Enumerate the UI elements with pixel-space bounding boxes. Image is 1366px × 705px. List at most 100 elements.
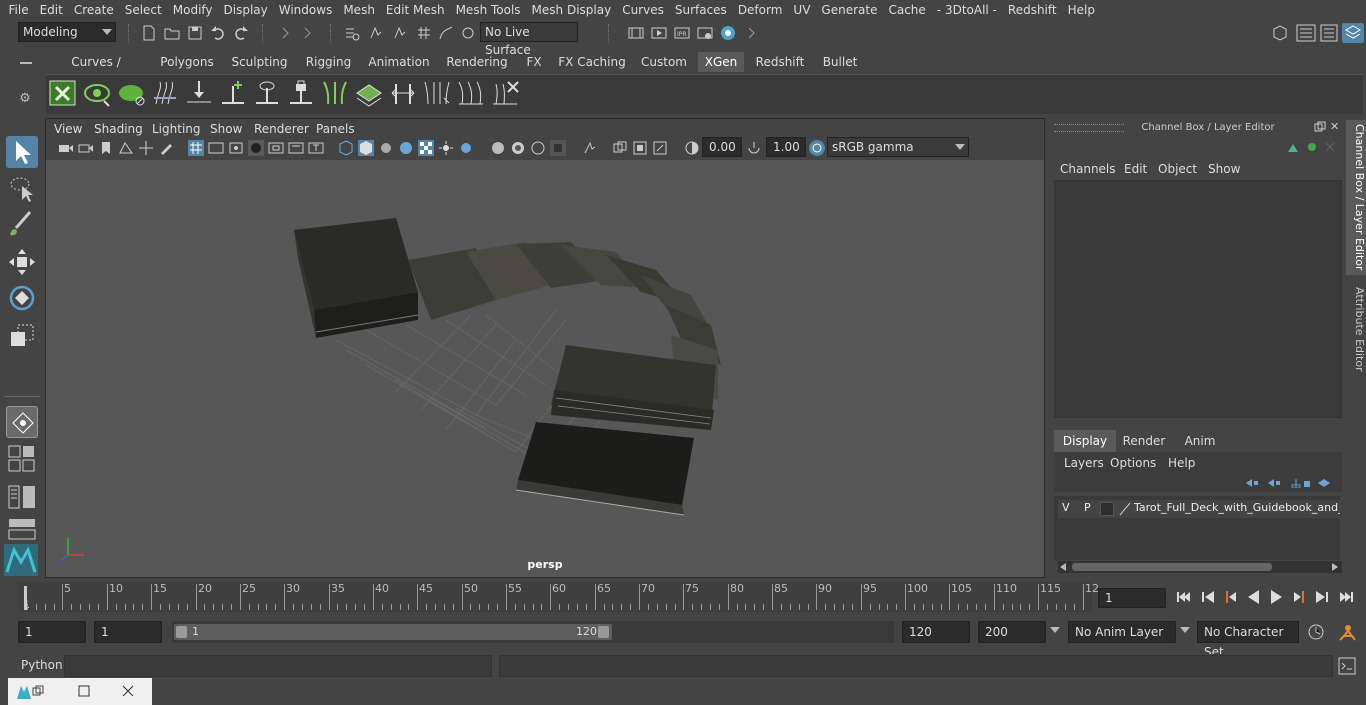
viewport-menu-shading[interactable]: Shading (94, 122, 143, 136)
safe-title-icon[interactable] (308, 140, 324, 156)
collapse-arrow-icon[interactable] (746, 25, 756, 41)
layer-row[interactable]: V P Tarot_Full_Deck_with_Guidebook_and_E (1058, 500, 1340, 518)
layer-visibility-toggle[interactable]: V (1062, 501, 1070, 514)
ipr-render-icon[interactable]: IPR (674, 25, 690, 41)
play-backwards-icon[interactable] (1246, 589, 1262, 605)
shelf-tab-fx[interactable]: FX (521, 52, 547, 72)
viewport-menu-renderer[interactable]: Renderer (254, 122, 309, 136)
xgen-preview-icon[interactable] (82, 78, 112, 108)
resolution-gate-icon[interactable] (228, 140, 244, 156)
menu-modify[interactable]: Modify (167, 0, 218, 20)
menu-windows[interactable]: Windows (273, 0, 338, 20)
playback-start-field[interactable]: 1 (94, 621, 162, 643)
chevron-down-icon[interactable] (1050, 627, 1060, 633)
toggle-channel-box-icon[interactable] (1342, 23, 1364, 43)
toggle-attribute-editor-icon[interactable] (1296, 24, 1316, 42)
menu-mesh-display[interactable]: Mesh Display (526, 0, 617, 20)
gamma-field[interactable]: 1.00 (766, 137, 806, 157)
play-forwards-icon[interactable] (1268, 589, 1284, 605)
channel-box-menu-object[interactable]: Object (1158, 162, 1197, 176)
restore-icon[interactable] (32, 685, 44, 697)
paint-select-tool-icon[interactable] (6, 208, 38, 240)
collapse-arrow-icon[interactable] (302, 25, 312, 41)
step-forward-icon[interactable] (1314, 589, 1330, 605)
snap-curve-icon[interactable] (438, 25, 454, 41)
menu-deform[interactable]: Deform (732, 0, 788, 20)
shelf-tab-fx-caching[interactable]: FX Caching (557, 52, 627, 72)
select-tool-icon[interactable] (6, 136, 38, 168)
scale-tool-icon[interactable] (6, 320, 38, 352)
shelf-tab-sculpting[interactable]: Sculpting (228, 52, 291, 72)
step-back-key-icon[interactable] (1222, 589, 1238, 605)
open-scene-icon[interactable] (164, 25, 180, 41)
command-input[interactable] (64, 655, 492, 677)
camera-attributes-icon[interactable] (78, 140, 94, 156)
maximize-icon[interactable] (78, 685, 90, 697)
screen-space-ao-icon[interactable] (458, 140, 474, 156)
shelf-tab-animation[interactable]: Animation (366, 52, 432, 72)
layer-menu-options[interactable]: Options (1110, 456, 1156, 470)
lasso-tool-icon[interactable] (6, 172, 38, 204)
shelf-tab-bullet[interactable]: Bullet (819, 52, 861, 72)
script-editor-icon[interactable] (1338, 657, 1356, 675)
xgen-select-guide-icon[interactable] (252, 78, 282, 108)
menu-3dtoall[interactable]: - 3DtoAll - (931, 0, 1002, 20)
xgen-lock-guide-icon[interactable] (286, 78, 316, 108)
start-time-field[interactable]: 1 (18, 621, 86, 643)
xgen-guides-to-curves-icon[interactable] (422, 78, 452, 108)
menu-create[interactable]: Create (68, 0, 119, 20)
redo-icon[interactable] (233, 25, 249, 41)
side-tab-attribute-editor[interactable]: Attribute Editor (1346, 282, 1366, 376)
layer-tab-render[interactable]: Render (1120, 430, 1168, 452)
mode-dropdown[interactable]: Modeling (18, 22, 116, 42)
image-plane-icon[interactable] (118, 140, 134, 156)
xgen-add-guide-icon[interactable] (218, 78, 248, 108)
select-by-component-icon[interactable] (392, 25, 408, 41)
new-scene-icon[interactable] (141, 25, 157, 41)
close-icon[interactable]: ✕ (1330, 121, 1342, 133)
gear-icon[interactable]: ⚙ (18, 92, 32, 106)
scroll-left-icon[interactable] (1060, 563, 1066, 571)
grease-pencil-icon[interactable] (158, 140, 174, 156)
snap-point-icon[interactable] (460, 25, 476, 41)
xgen-place-guide-icon[interactable] (184, 78, 214, 108)
viewport-menu-view[interactable]: View (54, 122, 82, 136)
menu-redshift[interactable]: Redshift (1002, 0, 1062, 20)
channel-box-menu-channels[interactable]: Channels (1060, 162, 1116, 176)
playback-end-field[interactable]: 120 (902, 621, 970, 643)
xray-joints-icon[interactable] (612, 140, 628, 156)
viewport-canvas[interactable]: persp (46, 160, 1044, 577)
camera-icon[interactable] (58, 140, 74, 156)
step-back-icon[interactable] (1200, 589, 1216, 605)
end-time-field[interactable]: 200 (978, 621, 1046, 643)
chevron-down-icon[interactable] (1180, 627, 1190, 633)
gamma-icon[interactable] (746, 140, 762, 156)
viewport-menu-lighting[interactable]: Lighting (152, 122, 201, 136)
scroll-right-icon[interactable] (1332, 563, 1338, 571)
live-surface-field[interactable]: No Live Surface (480, 22, 578, 57)
gate-mask-icon[interactable] (248, 140, 264, 156)
save-scene-icon[interactable] (187, 25, 203, 41)
color-space-dropdown[interactable]: sRGB gamma (827, 137, 969, 157)
move-tool-icon[interactable] (6, 246, 38, 278)
toggle-tool-settings-icon[interactable] (1320, 24, 1338, 42)
wireframe-icon[interactable] (338, 140, 354, 156)
channel-box-menu-edit[interactable]: Edit (1124, 162, 1147, 176)
collapse-arrow-icon[interactable] (280, 25, 290, 41)
frame-all-icon[interactable] (652, 140, 668, 156)
xray-components-icon[interactable] (632, 140, 648, 156)
layer-color-swatch[interactable] (1118, 502, 1132, 516)
xgen-sculpt-guides-icon[interactable] (490, 78, 520, 108)
range-slider-bar[interactable]: 1 120 (174, 624, 612, 640)
range-start-handle[interactable] (176, 626, 187, 638)
multisample-aa-icon[interactable] (510, 140, 526, 156)
shelf-tab-rendering[interactable]: Rendering (442, 52, 512, 72)
close-icon[interactable] (122, 685, 134, 697)
viewport-menu-panels[interactable]: Panels (316, 122, 355, 136)
layer-menu-help[interactable]: Help (1168, 456, 1195, 470)
layer-menu-layers[interactable]: Layers (1064, 456, 1104, 470)
wireframe-on-shaded-icon[interactable] (378, 140, 394, 156)
go-to-end-icon[interactable] (1338, 589, 1354, 605)
menu-edit-mesh[interactable]: Edit Mesh (380, 0, 450, 20)
exposure-icon[interactable] (684, 140, 700, 156)
